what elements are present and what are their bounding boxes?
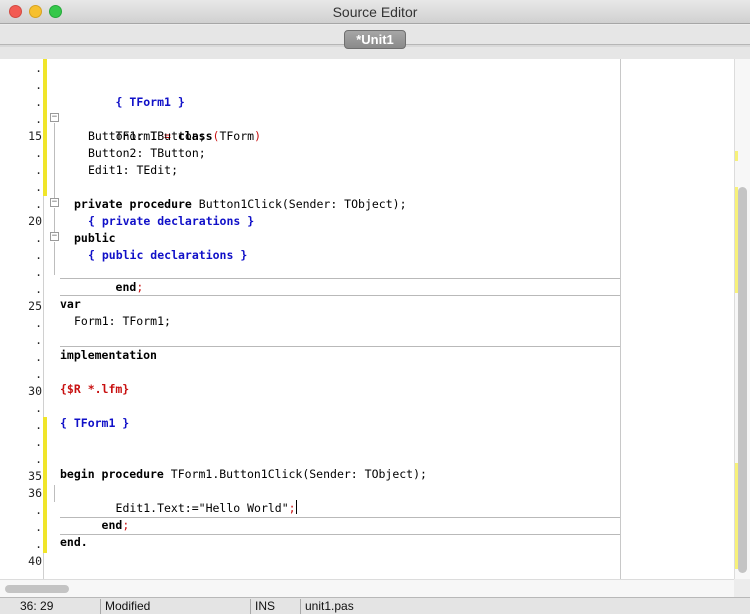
code-line: begin — [60, 467, 95, 481]
code-line: var — [60, 297, 81, 311]
tab-unit1[interactable]: *Unit1 — [344, 30, 406, 49]
gutter-line-number: 15 — [28, 129, 42, 143]
gutter-line-marker: . — [35, 146, 42, 160]
declaration: Button1Click(Sender: TObject); — [191, 197, 407, 211]
change-indicator — [735, 151, 738, 161]
identifier: TForm — [219, 129, 255, 143]
gutter-line-number: 35 — [28, 469, 42, 483]
horizontal-scroll-thumb[interactable] — [5, 585, 69, 593]
window-title: Source Editor — [332, 4, 418, 20]
cursor-position: 36: 29 — [20, 599, 54, 613]
symbol: ; — [136, 280, 144, 294]
vertical-scrollbar[interactable] — [734, 59, 750, 579]
change-indicator — [735, 463, 738, 569]
gutter-line-marker: . — [35, 197, 42, 211]
gutter-line-marker: . — [35, 231, 42, 245]
keyword: procedure — [129, 197, 192, 211]
gutter-line-marker: . — [35, 316, 42, 330]
gutter-line-marker: . — [35, 333, 42, 347]
fold-guide — [54, 242, 55, 275]
symbol: ; — [288, 501, 296, 515]
horizontal-scrollbar[interactable] — [0, 579, 734, 597]
gutter-line-marker: . — [35, 282, 42, 296]
gutter-line-marker: . — [35, 248, 42, 262]
gutter-line-marker: . — [35, 78, 42, 92]
code-line: end; — [74, 262, 144, 294]
gutter-line-number: 20 — [28, 214, 42, 228]
gutter-line-number: 40 — [28, 554, 42, 568]
code-line: Form1: TForm1; — [74, 314, 171, 328]
comment: { TForm1 } — [115, 95, 185, 109]
fold-guide — [54, 485, 55, 502]
gutter-line-marker: . — [35, 452, 42, 466]
insert-mode-status: INS — [250, 599, 300, 614]
gutter-line-marker: . — [35, 350, 42, 364]
file-name: unit1.pas — [300, 599, 500, 614]
keyword: procedure — [101, 467, 164, 481]
code-line: { TForm1 } — [60, 416, 130, 430]
source-editor[interactable]: . . . . 15 . . . . 20 . . . . 25 . . . .… — [0, 59, 734, 579]
code-line: { private declarations } — [88, 214, 255, 228]
right-margin-line — [620, 59, 621, 579]
fold-toggle[interactable]: − — [50, 198, 59, 207]
code-line: { TForm1 } — [74, 77, 185, 109]
string-literal: "Hello World" — [198, 501, 289, 515]
modified-status: Modified — [100, 599, 250, 614]
fold-toggle[interactable]: − — [50, 232, 59, 241]
symbol: ) — [254, 129, 261, 143]
gutter-line-marker: . — [35, 401, 42, 415]
gutter-line-number: 36 — [28, 486, 42, 500]
line-number-gutter: . . . . 15 . . . . 20 . . . . 25 . . . .… — [0, 59, 44, 579]
code-line: implementation — [60, 348, 157, 362]
code-line: public — [74, 231, 116, 245]
code-line: end. — [60, 535, 88, 549]
declaration: TForm1.Button1Click(Sender: TObject); — [163, 467, 427, 481]
gutter-line-marker: . — [35, 520, 42, 534]
keyword: end — [115, 280, 137, 294]
code-line: TForm1 = class(TForm) — [74, 111, 261, 143]
gutter-line-number: 25 — [28, 299, 42, 313]
symbol: ; — [122, 518, 130, 532]
gutter-line-marker: . — [35, 367, 42, 381]
text-caret — [295, 500, 297, 514]
status-bar: 36: 29 Modified INS unit1.pas — [0, 597, 750, 614]
fold-guide — [54, 208, 55, 232]
tab-strip: *Unit1 — [0, 25, 750, 59]
code-line: Edit1.Text:="Hello World"; — [74, 483, 297, 515]
gutter-line-marker: . — [35, 61, 42, 75]
gutter-line-marker: . — [35, 95, 42, 109]
code-area[interactable]: { TForm1 } TForm1 = class(TForm) Button1… — [60, 59, 620, 579]
gutter-line-marker: . — [35, 435, 42, 449]
gutter-line-marker: . — [35, 537, 42, 551]
gutter-line-marker: . — [35, 180, 42, 194]
modified-line-marker — [43, 59, 47, 196]
gutter-line-marker: . — [35, 503, 42, 517]
title-bar: Source Editor — [0, 0, 750, 24]
gutter-line-marker: . — [35, 163, 42, 177]
code-line: Edit1: TEdit; — [88, 163, 179, 177]
vertical-scroll-thumb[interactable] — [738, 187, 747, 573]
code-line: Button2: TButton; — [88, 146, 206, 160]
code-line: procedure TForm1.Button1Click(Sender: TO… — [60, 449, 427, 481]
gutter-line-number: 30 — [28, 384, 42, 398]
code-line: {$R *.lfm} — [60, 382, 130, 396]
code-line: end; — [60, 500, 130, 532]
gutter-line-marker: . — [35, 265, 42, 279]
keyword: end — [101, 518, 123, 532]
gutter-line-marker: . — [35, 112, 42, 126]
code-line: procedure Button1Click(Sender: TObject); — [88, 179, 407, 211]
code-line: private — [74, 197, 123, 211]
fold-toggle[interactable]: − — [50, 113, 59, 122]
code-line: Button1: TButton; — [88, 129, 206, 143]
fold-guide — [54, 123, 55, 198]
modified-line-marker — [43, 417, 47, 553]
gutter-line-marker: . — [35, 418, 42, 432]
